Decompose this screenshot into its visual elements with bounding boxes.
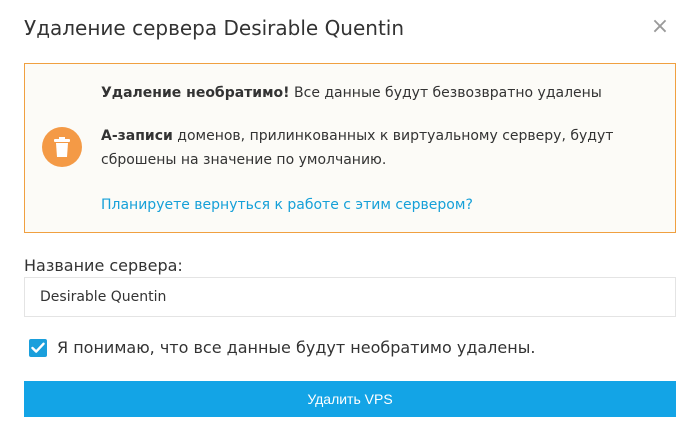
delete-server-dialog: Удаление сервера Desirable Quentin × Уда… [0, 0, 700, 431]
server-name-input[interactable] [24, 277, 676, 317]
delete-vps-button[interactable]: Удалить VPS [24, 381, 676, 417]
confirm-checkbox[interactable] [29, 339, 47, 357]
warning-dns-records-text: А-записи доменов, прилинкованных к вирту… [101, 128, 614, 168]
warning-irreversible-text: Удаление необратимо! Все данные будут бе… [101, 85, 602, 101]
confirm-checkbox-label[interactable]: Я понимаю, что все данные будут необрати… [57, 336, 535, 360]
dialog-title: Удаление сервера Desirable Quentin [24, 16, 405, 40]
trash-icon [42, 127, 82, 167]
plan-return-link[interactable]: Планируете вернуться к работе с этим сер… [101, 193, 473, 217]
server-name-label: Название сервера: [24, 256, 183, 275]
checkmark-icon [31, 342, 45, 353]
warning-panel: Удаление необратимо! Все данные будут бе… [24, 63, 676, 233]
close-icon[interactable]: × [649, 16, 671, 38]
